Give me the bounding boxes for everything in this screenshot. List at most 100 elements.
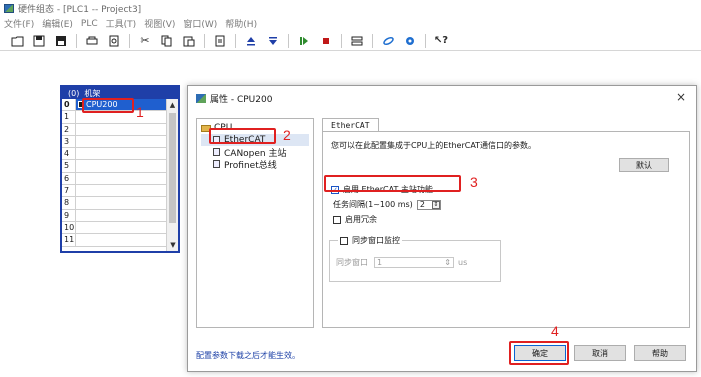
redundancy-checkbox[interactable] [333,215,341,224]
rack-slot-number: 5 [62,160,76,172]
sync-window-monitor-option[interactable]: 同步窗口监控 [338,235,402,246]
stepper-arrows-icon[interactable]: ⇕ [431,200,440,209]
sync-window-label: 同步窗口 [336,258,368,267]
close-icon[interactable]: × [676,90,686,104]
rack-module-cell[interactable] [76,173,166,184]
rack-module-cell[interactable] [76,136,166,147]
rack-row[interactable]: 7 [62,185,166,198]
redundancy-option[interactable]: 启用冗余 [333,214,377,225]
rack-module-cell[interactable] [76,124,166,135]
rack-header-slot: (0) [68,88,80,98]
title-bar: 硬件组态 - [PLC1 -- Project3] [0,0,701,16]
toolbar-separator [341,33,342,48]
document-icon [213,148,220,156]
task-interval-label: 任务间隔(1~100 ms) [333,200,413,209]
rack-slot-number: 10 [64,221,76,234]
dialog-title: 属性 - CPU200 [210,94,273,105]
scrollbar-thumb[interactable] [169,113,176,223]
tree-item-canopen[interactable]: CANopen 主站 [201,146,309,159]
rack-slot-number: 2 [62,123,76,135]
annotation-box-3 [324,175,461,192]
new-file-icon[interactable] [8,32,26,50]
annotation-number-4: 4 [551,323,559,339]
menu-tools[interactable]: 工具(T) [106,17,137,30]
menu-plc[interactable]: PLC [81,19,98,29]
rack-row[interactable]: 1 [62,111,166,124]
task-interval-value[interactable]: 2 [418,200,432,209]
rack-slot-number: 4 [62,148,76,160]
panel-description: 您可以在此配置集成于CPU上的EtherCAT通信口的参数。 [331,141,537,150]
tree-item-label: Profinet总线 [224,160,277,171]
annotation-box-2 [209,128,276,144]
save-all-icon[interactable] [52,32,70,50]
scroll-down-icon[interactable]: ▼ [167,239,179,251]
rack-row[interactable]: 8 [62,197,166,210]
rack-row[interactable]: 10 [62,221,166,235]
menu-edit[interactable]: 编辑(E) [42,17,73,30]
copy-icon[interactable] [158,32,176,50]
rack-header-title: 机架 [84,88,101,98]
save-icon[interactable] [30,32,48,50]
tree-item-profinet[interactable]: Profinet总线 [201,158,309,171]
rack-module-cell[interactable] [76,234,166,245]
menu-file[interactable]: 文件(F) [4,17,34,30]
paste-icon[interactable] [180,32,198,50]
menu-view[interactable]: 视图(V) [144,17,175,30]
cut-icon[interactable]: ✂ [136,32,154,50]
stop-icon[interactable] [317,32,335,50]
rack-module-cell[interactable] [76,160,166,171]
help-icon[interactable]: ↖? [432,32,450,50]
rack-row[interactable]: 4 [62,148,166,161]
toolbar-separator [288,33,289,48]
toolbar-separator [372,33,373,48]
rack-module-cell[interactable] [76,210,166,221]
rack-row[interactable]: 5 [62,160,166,173]
stepper-arrows-icon[interactable]: ⇕ [444,258,451,267]
rack-row[interactable]: 11 [62,234,166,247]
download-icon[interactable] [264,32,282,50]
cancel-button[interactable]: 取消 [574,345,626,361]
toolbar-separator [425,33,426,48]
help-button[interactable]: 帮助 [634,345,686,361]
sync-window-stepper[interactable]: 1 ⇕ [374,257,454,268]
task-interval-row: 任务间隔(1~100 ms) 2 ⇕ [333,199,441,210]
dialog-app-icon [196,93,206,103]
sync-window-monitor-checkbox[interactable] [340,236,348,245]
rack-row[interactable]: 9 [62,209,166,222]
sync-window-value[interactable]: 1 [377,258,382,267]
rack-row[interactable]: 2 [62,123,166,136]
sync-window-unit: us [458,258,468,267]
menu-window[interactable]: 窗口(W) [183,17,217,30]
diagnostics-icon[interactable] [348,32,366,50]
rack-row[interactable]: 3 [62,135,166,149]
footer-note: 配置参数下载之后才能生效。 [196,351,300,360]
print-preview-icon[interactable] [105,32,123,50]
rack-module-cell[interactable] [76,148,166,159]
dialog-title-bar: 属性 - CPU200 × [188,86,696,110]
annotation-number-2: 2 [283,127,291,143]
sync-group-label: 同步窗口监控 [352,236,400,245]
network-icon[interactable] [401,32,419,50]
rack-module-cell[interactable] [76,185,166,196]
rack-row[interactable]: 6 [62,172,166,186]
document-icon [213,160,220,168]
rack-slot-number: 7 [62,185,76,197]
rack-slot-number: 0 [62,99,76,111]
toolbar-separator [235,33,236,48]
menu-help[interactable]: 帮助(H) [225,17,257,30]
task-interval-stepper[interactable]: 2 ⇕ [416,199,441,210]
scroll-up-icon[interactable]: ▲ [167,99,178,111]
properties-icon[interactable] [211,32,229,50]
link-icon[interactable] [379,32,397,50]
tab-ethercat[interactable]: EtherCAT [322,118,379,132]
toolbar-separator [129,33,130,48]
rack-module-cell[interactable] [76,197,166,208]
rack-module-cell[interactable] [76,222,166,233]
upload-icon[interactable] [242,32,260,50]
rack-scrollbar[interactable]: ▲ ▼ [166,99,178,251]
sync-window-row: 同步窗口 1 ⇕ us [336,257,467,268]
default-button[interactable]: 默认 [619,158,669,172]
print-icon[interactable] [83,32,101,50]
rack-slot-number: 6 [62,172,76,185]
run-icon[interactable] [295,32,313,50]
